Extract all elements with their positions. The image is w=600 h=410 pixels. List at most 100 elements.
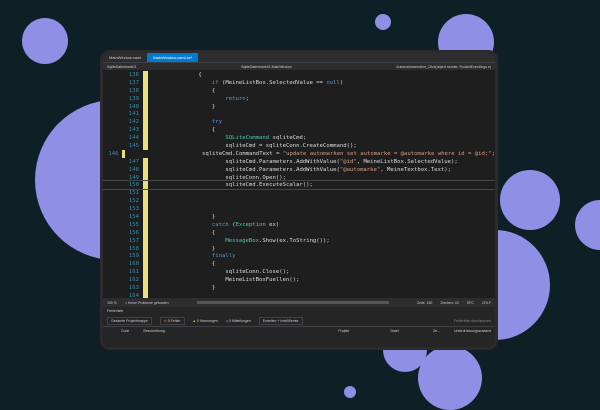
col-file[interactable]: Datei bbox=[390, 329, 419, 333]
code-line[interactable]: 136 { bbox=[103, 71, 495, 79]
col-project[interactable]: Projekt bbox=[338, 329, 376, 333]
code-text: { bbox=[158, 87, 216, 94]
problems-status: ● Keine Probleme gefunden bbox=[125, 301, 169, 305]
line-number: 148 bbox=[128, 166, 139, 173]
line-number: 157 bbox=[128, 237, 139, 244]
code-editor[interactable]: 136 {137 if (MeineListBox.SelectedValue … bbox=[103, 71, 495, 308]
warning-icon: ▲ bbox=[192, 318, 197, 323]
change-indicator bbox=[143, 220, 148, 229]
column-number: Zeichen: 43 bbox=[440, 300, 459, 305]
build-filter-dropdown[interactable]: Erstellen + IntelliSense bbox=[258, 316, 303, 325]
col-suppression[interactable]: Unterdrückungszustand bbox=[454, 329, 491, 333]
line-number: 147 bbox=[128, 158, 139, 165]
code-line[interactable]: 161 sqliteConn.Close(); bbox=[103, 268, 495, 277]
scope-dropdown[interactable]: Gesamte Projektmappe bbox=[107, 316, 152, 325]
code-line[interactable]: 156 { bbox=[103, 228, 495, 237]
code-text: sqliteConn.Close(); bbox=[158, 269, 290, 276]
code-line[interactable]: 163 } bbox=[103, 284, 495, 292]
code-line[interactable]: 153 bbox=[103, 205, 495, 214]
col-code[interactable]: Code bbox=[121, 329, 129, 333]
change-indicator bbox=[143, 71, 148, 79]
code-text: sqliteConn.Open(); bbox=[158, 174, 286, 181]
code-line[interactable]: 154 } bbox=[103, 213, 495, 221]
change-indicator bbox=[143, 86, 148, 95]
line-number: 161 bbox=[128, 269, 139, 276]
change-indicator bbox=[143, 118, 148, 127]
ide-window: MainWindow.xaml MainWindow.xaml.cs* Sqli… bbox=[100, 50, 498, 350]
code-line[interactable]: 149 sqliteConn.Open(); bbox=[103, 173, 495, 182]
zoom-level[interactable]: 150 % bbox=[107, 301, 117, 305]
code-line[interactable]: 142 try bbox=[103, 118, 495, 127]
line-number: 138 bbox=[128, 87, 139, 94]
code-line[interactable]: 143 { bbox=[103, 126, 495, 135]
code-line[interactable]: 137 if (MeineListBox.SelectedValue == nu… bbox=[103, 78, 495, 87]
warnings-label: 0 Warnungen bbox=[197, 318, 218, 323]
code-line[interactable]: 151 bbox=[103, 189, 495, 198]
line-number: 150 bbox=[128, 182, 139, 189]
errors-filter-button[interactable]: ⊗ 0 Fehler bbox=[159, 316, 185, 325]
change-indicator bbox=[143, 165, 148, 174]
line-number: 163 bbox=[128, 284, 139, 291]
code-text: } bbox=[158, 213, 216, 220]
code-line[interactable]: 141 bbox=[103, 110, 495, 119]
code-line[interactable]: 150 sqliteCmd.ExecuteScalar(); bbox=[103, 180, 495, 191]
line-number: 141 bbox=[128, 111, 139, 118]
code-line[interactable]: 147 sqliteCmd.Parameters.AddWithValue("@… bbox=[103, 157, 495, 166]
change-indicator bbox=[143, 78, 148, 87]
tab-mainwindow-cs[interactable]: MainWindow.xaml.cs* bbox=[147, 53, 199, 62]
change-indicator bbox=[143, 197, 148, 206]
messages-label: 0 Mitteilungen bbox=[229, 318, 251, 323]
code-line[interactable]: 140 } bbox=[103, 102, 495, 111]
whitespace-mode: SPC bbox=[466, 300, 474, 305]
code-line[interactable]: 138 { bbox=[103, 86, 495, 95]
line-number: 146 bbox=[108, 150, 119, 157]
code-text: if (MeineListBox.SelectedValue == null) bbox=[211, 79, 344, 86]
code-line[interactable]: 152 bbox=[103, 197, 495, 206]
change-indicator bbox=[143, 189, 148, 198]
change-indicator bbox=[143, 213, 148, 221]
code-text: try bbox=[211, 119, 222, 126]
code-line[interactable]: 155 catch (Exception ex) bbox=[103, 220, 495, 229]
info-icon: ● bbox=[225, 318, 229, 323]
method-dropdown[interactable]: Automarkeaendern_Click(object sender, Ro… bbox=[396, 65, 491, 69]
code-line[interactable]: 160 { bbox=[103, 260, 495, 269]
messages-filter-button[interactable]: ● 0 Mitteilungen bbox=[226, 319, 251, 323]
class-dropdown[interactable]: SqliteDatenbank01.MainWindow bbox=[241, 65, 292, 69]
code-text: { bbox=[158, 261, 216, 268]
line-number: 159 bbox=[128, 253, 139, 260]
code-line[interactable]: 139 return; bbox=[103, 94, 495, 103]
decor-circle bbox=[375, 14, 391, 30]
change-indicator bbox=[143, 205, 148, 214]
problems-text: Keine Probleme gefunden bbox=[128, 300, 169, 305]
change-indicator bbox=[143, 236, 148, 245]
navigation-bar: SqliteDatenbank01 SqliteDatenbank01.Main… bbox=[103, 62, 495, 70]
col-line[interactable]: Ze... bbox=[433, 329, 440, 333]
line-number: 153 bbox=[128, 206, 139, 213]
code-text: { bbox=[158, 71, 202, 78]
line-number: 145 bbox=[128, 142, 139, 149]
decor-circle bbox=[22, 18, 68, 64]
errors-label: 0 Fehler bbox=[167, 318, 181, 323]
line-number: 136 bbox=[128, 71, 139, 78]
code-line[interactable]: 145 sqliteCmd = sqliteConn.CreateCommand… bbox=[103, 142, 495, 150]
col-description[interactable]: Beschreibung bbox=[143, 329, 324, 333]
code-line[interactable]: 157 MessageBox.Show(ex.ToString()); bbox=[103, 236, 495, 245]
line-number: 139 bbox=[128, 95, 139, 102]
change-indicator bbox=[143, 181, 148, 190]
warnings-filter-button[interactable]: ▲ 0 Warnungen bbox=[193, 319, 218, 323]
change-indicator bbox=[143, 173, 148, 182]
code-line[interactable]: 159 finally bbox=[103, 252, 495, 261]
project-dropdown[interactable]: SqliteDatenbank01 bbox=[107, 65, 137, 69]
code-line[interactable]: 146 sqliteCmd.CommandText = "update auto… bbox=[103, 149, 495, 158]
code-line[interactable]: 162 MeineListBoxFuellen(); bbox=[103, 276, 495, 285]
line-number: 162 bbox=[128, 277, 139, 284]
code-text: } bbox=[158, 103, 216, 110]
error-search-input[interactable]: Fehlerliste durchsuchen bbox=[454, 319, 491, 323]
horizontal-scrollbar[interactable] bbox=[196, 301, 389, 304]
error-icon: ⊗ bbox=[163, 318, 167, 323]
line-number: 156 bbox=[128, 229, 139, 236]
tab-mainwindow-xaml[interactable]: MainWindow.xaml bbox=[103, 53, 147, 62]
code-line[interactable]: 144 SQLiteCommand sqliteCmd; bbox=[103, 134, 495, 143]
code-line[interactable]: 158 } bbox=[103, 244, 495, 253]
code-line[interactable]: 148 sqliteCmd.Parameters.AddWithValue("@… bbox=[103, 165, 495, 174]
